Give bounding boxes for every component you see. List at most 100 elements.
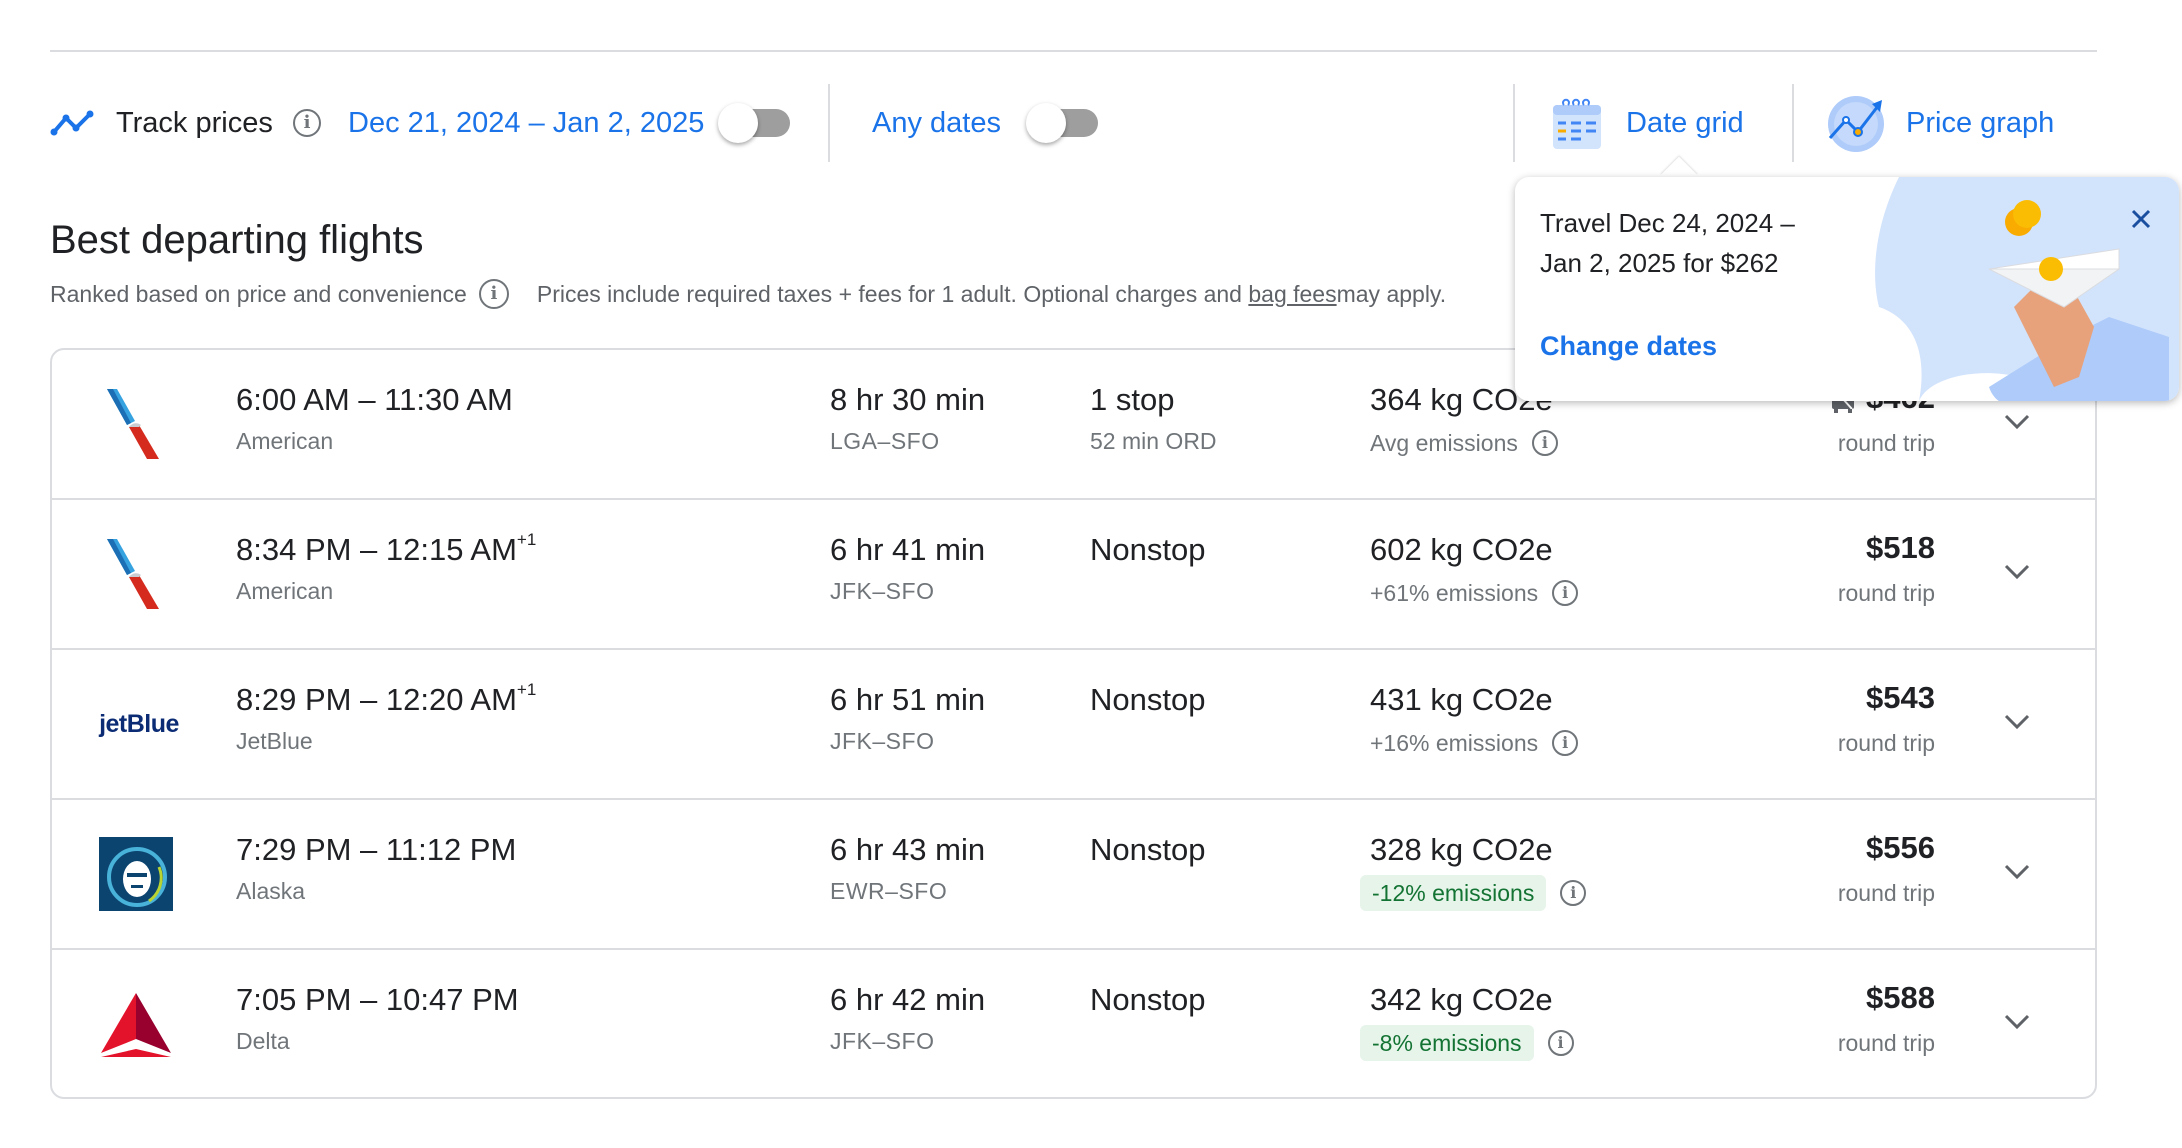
emissions-info-icon[interactable]: i (1531, 430, 1558, 456)
toolbar-divider (1513, 84, 1515, 162)
time-range: 8:29 PM – 12:20 AM (236, 682, 517, 717)
bag-fees-link[interactable]: bag fees (1248, 281, 1336, 308)
price-graph-label: Price graph (1906, 106, 2055, 139)
emissions-comparison: +61% emissions i (1370, 576, 1579, 610)
emissions-comparison: -12% emissions i (1360, 875, 1587, 911)
emissions-info-icon[interactable]: i (1560, 880, 1587, 906)
flight-route: EWR–SFO (830, 878, 948, 904)
co2-emissions: 602 kg CO2e (1370, 532, 1553, 567)
american-airlines-logo (99, 537, 173, 611)
jetblue-logo: jetBlue (99, 709, 179, 738)
american-airlines-logo (99, 387, 173, 461)
flight-route: JFK–SFO (830, 1028, 935, 1054)
co2-emissions: 431 kg CO2e (1370, 682, 1553, 717)
section-title: Best departing flights (50, 218, 424, 262)
flight-row[interactable]: 7:29 PM – 11:12 PM Alaska 6 hr 43 min EW… (52, 800, 2095, 950)
info-icon: i (293, 109, 321, 137)
popup-message: Travel Dec 24, 2024 – Jan 2, 2025 for $2… (1540, 208, 1795, 278)
flight-times: 6:00 AM – 11:30 AM (236, 382, 513, 418)
expand-flight-button[interactable] (1997, 1002, 2037, 1042)
flight-duration: 6 hr 43 min (830, 832, 986, 867)
day-offset: +1 (516, 530, 537, 549)
price-note: round trip (1837, 1030, 1935, 1056)
emissions-label: +16% emissions (1370, 729, 1539, 756)
airline-name: Delta (236, 1028, 290, 1054)
flight-stops: Nonstop (1090, 532, 1206, 567)
price-note-suffix: may apply. (1336, 280, 1447, 307)
flight-route: JFK–SFO (830, 728, 935, 754)
expand-flight-button[interactable] (1997, 702, 2037, 742)
time-range: 7:29 PM – 11:12 PM (236, 832, 517, 867)
flight-price: $556 (1866, 830, 1935, 866)
flight-stops: 1 stop (1090, 382, 1175, 417)
airline-name: American (236, 578, 334, 604)
price-note: round trip (1837, 730, 1935, 756)
section-subtitle: Ranked based on price and convenience i … (50, 278, 1520, 310)
flight-price: $518 (1866, 530, 1935, 566)
price-graph-button[interactable]: Price graph (1826, 84, 2054, 162)
results-toolbar: Track prices i Dec 21, 2024 – Jan 2, 202… (50, 84, 2097, 162)
airline-name: JetBlue (236, 728, 313, 754)
date-grid-label: Date grid (1626, 106, 1744, 139)
day-offset: +1 (516, 680, 537, 699)
price-graph-icon (1828, 96, 1884, 152)
flight-results-list: 6:00 AM – 11:30 AM American 8 hr 30 min … (50, 348, 2097, 1099)
flight-duration: 6 hr 42 min (830, 982, 986, 1017)
airline-name: American (236, 428, 334, 454)
top-divider (50, 50, 2097, 52)
price-value: $556 (1866, 830, 1935, 865)
cheaper-dates-popup: Travel Dec 24, 2024 – Jan 2, 2025 for $2… (1515, 177, 2179, 401)
date-grid-button[interactable]: Date grid (1550, 84, 1744, 162)
layover-info: 52 min ORD (1090, 428, 1217, 454)
chevron-down-icon (2004, 714, 2030, 730)
price-value: $518 (1866, 530, 1935, 565)
any-dates-toggle[interactable] (1026, 103, 1098, 143)
co2-emissions: 328 kg CO2e (1370, 832, 1553, 867)
flight-row[interactable]: 8:34 PM – 12:15 AM+1 American 6 hr 41 mi… (52, 500, 2095, 650)
flight-stops: Nonstop (1090, 832, 1206, 867)
expand-flight-button[interactable] (1997, 402, 2037, 442)
flight-route: JFK–SFO (830, 578, 935, 604)
track-prices-icon (50, 84, 98, 162)
emissions-comparison: -8% emissions i (1360, 1025, 1574, 1061)
alaska-airlines-logo (99, 837, 173, 911)
price-value: $543 (1866, 680, 1935, 715)
time-range: 6:00 AM – 11:30 AM (236, 382, 513, 417)
price-value: $588 (1866, 980, 1935, 1015)
delta-logo (99, 987, 173, 1061)
tracked-date-range: Dec 21, 2024 – Jan 2, 2025 (348, 106, 705, 139)
toolbar-divider (1792, 84, 1794, 162)
lower-emissions-badge: -12% emissions (1360, 875, 1547, 911)
flight-stops: Nonstop (1090, 982, 1206, 1017)
emissions-label: Avg emissions (1370, 429, 1518, 456)
change-dates-link[interactable]: Change dates (1540, 331, 1717, 362)
emissions-comparison: Avg emissions i (1370, 426, 1558, 460)
lower-emissions-badge: -8% emissions (1360, 1025, 1534, 1061)
price-note: round trip (1837, 430, 1935, 456)
track-prices-info-button[interactable]: i (293, 84, 321, 162)
popup-close-button[interactable] (2125, 203, 2157, 235)
expand-flight-button[interactable] (1997, 552, 2037, 592)
flight-duration: 8 hr 30 min (830, 382, 986, 417)
ranking-note: Ranked based on price and convenience (50, 280, 467, 307)
ranking-info-icon[interactable]: i (478, 279, 509, 309)
flight-times: 8:29 PM – 12:20 AM+1 (236, 680, 537, 718)
track-prices-toggle[interactable] (718, 103, 790, 143)
flight-row[interactable]: 7:05 PM – 10:47 PM Delta 6 hr 42 min JFK… (52, 950, 2095, 1097)
chevron-down-icon (2004, 414, 2030, 430)
flight-row[interactable]: jetBlue 8:29 PM – 12:20 AM+1 JetBlue 6 h… (52, 650, 2095, 800)
co2-emissions: 342 kg CO2e (1370, 982, 1553, 1017)
emissions-info-icon[interactable]: i (1552, 580, 1579, 606)
price-note: round trip (1837, 880, 1935, 906)
emissions-info-icon[interactable]: i (1547, 1030, 1574, 1056)
any-dates-label: Any dates (872, 106, 1001, 139)
flight-route: LGA–SFO (830, 428, 940, 454)
flight-duration: 6 hr 41 min (830, 532, 986, 567)
emissions-label: +61% emissions (1370, 579, 1539, 606)
expand-flight-button[interactable] (1997, 852, 2037, 892)
calendar-grid-icon (1553, 98, 1601, 149)
chevron-down-icon (2004, 1014, 2030, 1030)
flight-duration: 6 hr 51 min (830, 682, 986, 717)
emissions-info-icon[interactable]: i (1552, 730, 1579, 756)
emissions-comparison: +16% emissions i (1370, 726, 1579, 760)
